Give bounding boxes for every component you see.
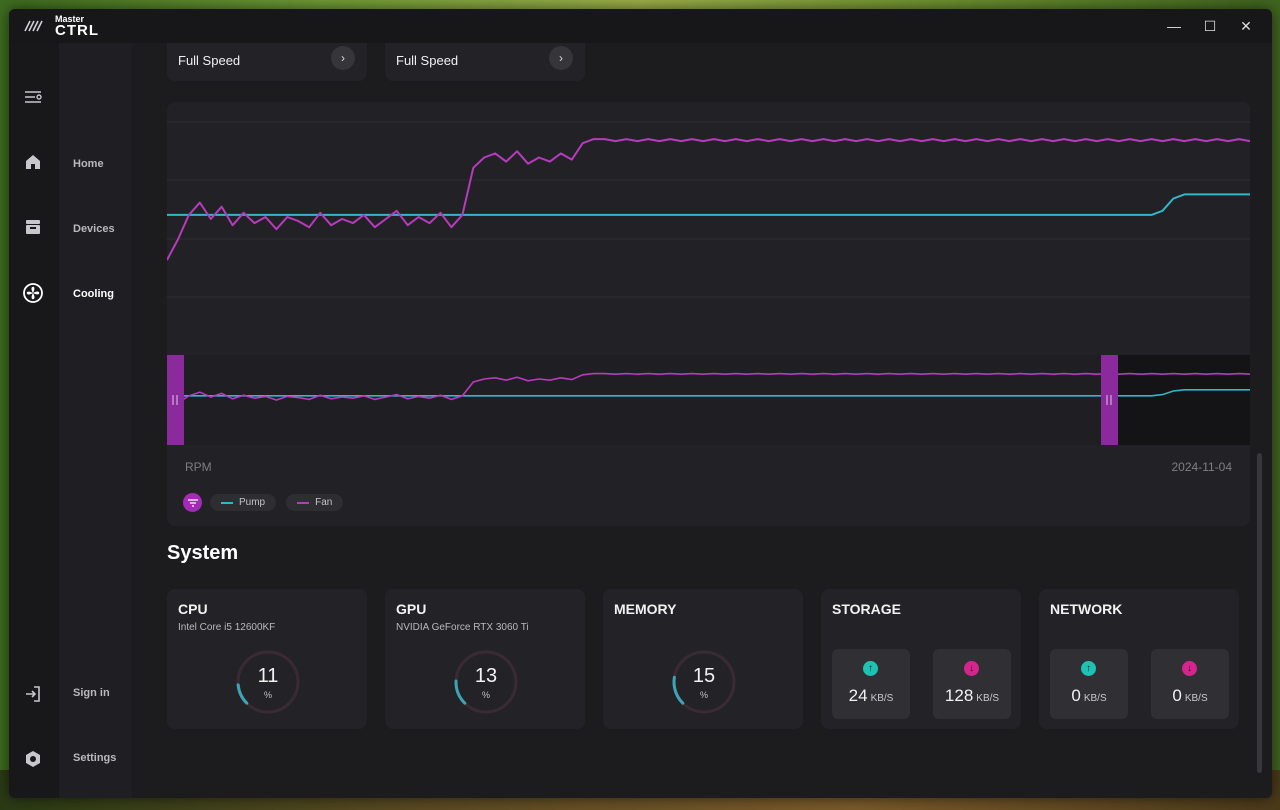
chart-range-navigator[interactable] (167, 355, 1250, 445)
icon-rail (9, 43, 59, 798)
content-scrollbar[interactable] (1257, 453, 1262, 773)
pump-swatch (221, 501, 233, 504)
arrow-down-icon: ↓ (964, 661, 979, 676)
date-label: 2024-11-04 (1171, 460, 1233, 474)
network-title: NETWORK (1050, 601, 1123, 617)
storage-title: STORAGE (832, 601, 901, 617)
logo-big-text: CTRL (55, 21, 99, 39)
storage-write-unit: KB/S (870, 693, 894, 704)
chevron-right-icon[interactable]: › (331, 46, 355, 70)
legend-label-fan: Fan (315, 497, 333, 508)
cpu-usage-gauge: 11 % (233, 647, 303, 717)
memory-usage-value: 15 (692, 665, 716, 687)
fan-swatch (297, 501, 310, 504)
arrow-up-icon: ↑ (863, 661, 878, 676)
network-upload-unit: KB/S (1083, 693, 1107, 704)
chart-legend: Pump Fan (183, 493, 353, 512)
navigator-handle-right[interactable] (1101, 355, 1118, 445)
home-icon[interactable] (22, 151, 44, 173)
nav-item-devices[interactable]: Devices (73, 223, 115, 235)
arrow-up-icon: ↑ (1081, 661, 1096, 676)
y-unit-label: RPM (185, 460, 212, 474)
series-line-fan (167, 138, 1250, 261)
navigator-unselected-region (1117, 355, 1250, 445)
storage-card: STORAGE ↑ 24 KB/S ↓ 128 KB/S (821, 589, 1021, 729)
cpu-title: CPU (178, 601, 208, 617)
app-logo: Master CTRL (23, 14, 99, 39)
arrow-down-icon: ↓ (1182, 661, 1197, 676)
logo-icon (24, 20, 43, 32)
chevron-right-icon[interactable]: › (549, 46, 573, 70)
network-upload-box: ↑ 0 KB/S (1050, 649, 1128, 719)
network-download-value: 0 (1172, 686, 1182, 705)
speed-preset-card[interactable]: Full Speed › (167, 43, 367, 81)
nav-item-cooling[interactable]: Cooling (73, 288, 114, 300)
navigator-handle-left[interactable] (167, 355, 184, 445)
network-download-box: ↓ 0 KB/S (1151, 649, 1229, 719)
minimize-button[interactable]: — (1156, 9, 1192, 43)
nav-item-home[interactable]: Home (73, 158, 104, 170)
speed-preset-label: Full Speed (178, 53, 241, 68)
nav-item-settings[interactable]: Settings (73, 752, 116, 764)
devices-icon[interactable] (22, 216, 44, 238)
speed-preset-label: Full Speed (396, 53, 459, 68)
cpu-usage-value: 11 (257, 665, 279, 687)
legend-item-fan[interactable]: Fan (286, 494, 344, 511)
app-window: Master CTRL — ☐ ✕ Home Devices Cooling S… (9, 9, 1272, 798)
title-bar: Master CTRL — ☐ ✕ (9, 9, 1272, 43)
network-download-unit: KB/S (1184, 693, 1208, 704)
network-card: NETWORK ↑ 0 KB/S ↓ 0 KB/S (1039, 589, 1239, 729)
menu-toggle-icon[interactable] (22, 86, 44, 108)
nav-item-sign-in[interactable]: Sign in (73, 687, 110, 699)
gpu-usage-unit: % (481, 690, 490, 700)
gpu-usage-value: 13 (474, 665, 498, 687)
cpu-usage-unit: % (263, 690, 272, 700)
storage-read-box: ↓ 128 KB/S (933, 649, 1011, 719)
sign-in-icon[interactable] (22, 683, 44, 705)
network-upload-value: 0 (1071, 686, 1081, 705)
gpu-title: GPU (396, 601, 427, 617)
storage-write-box: ↑ 24 KB/S (832, 649, 910, 719)
rpm-chart-panel: RPM 2024-11-04 Pump Fan (167, 102, 1250, 526)
legend-label-pump: Pump (239, 497, 266, 508)
gpu-card: GPU NVIDIA GeForce RTX 3060 Ti 13 % (385, 589, 585, 729)
memory-card: MEMORY 15 % (603, 589, 803, 729)
gpu-usage-gauge: 13 % (451, 647, 521, 717)
memory-usage-gauge: 15 % (669, 647, 739, 717)
storage-read-unit: KB/S (976, 693, 1000, 704)
gpu-model: NVIDIA GeForce RTX 3060 Ti (396, 622, 529, 633)
storage-read-value: 128 (944, 686, 974, 705)
memory-usage-unit: % (699, 690, 708, 700)
cpu-model: Intel Core i5 12600KF (178, 622, 276, 633)
cpu-card: CPU Intel Core i5 12600KF 11 % (167, 589, 367, 729)
storage-write-value: 24 (848, 686, 868, 705)
navigator-background (167, 355, 1250, 445)
speed-preset-card[interactable]: Full Speed › (385, 43, 585, 81)
legend-item-pump[interactable]: Pump (210, 494, 277, 511)
system-section-title: System (167, 542, 239, 564)
cooling-fan-icon[interactable] (22, 282, 44, 304)
nav-sidebar: Home Devices Cooling Sign in Settings (59, 43, 132, 798)
rpm-line-chart (167, 121, 1250, 298)
close-button[interactable]: ✕ (1228, 9, 1264, 43)
series-line-pump (167, 193, 1250, 216)
main-content: Full Speed › Full Speed › RPM 2024-11-04… (132, 43, 1272, 798)
memory-title: MEMORY (614, 601, 677, 617)
maximize-button[interactable]: ☐ (1192, 9, 1228, 43)
filter-icon[interactable] (183, 493, 202, 512)
settings-gear-icon[interactable] (22, 748, 44, 770)
